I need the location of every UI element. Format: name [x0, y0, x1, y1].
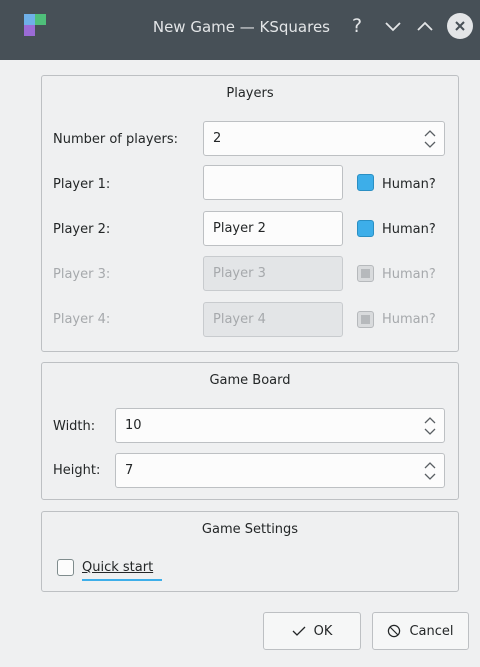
cancel-icon — [388, 624, 401, 638]
player-4-label: Player 4: — [53, 312, 111, 327]
player-4-name-field: Player 4 — [203, 302, 343, 337]
width-value: 10 — [125, 418, 142, 433]
player-3-human-checkbox — [357, 265, 374, 282]
player-3-name-field: Player 3 — [203, 256, 343, 291]
height-value: 7 — [125, 463, 134, 478]
player-3-name-value: Player 3 — [213, 266, 266, 281]
minimize-button[interactable] — [381, 14, 405, 38]
window-title: New Game — KSquares — [152, 18, 330, 36]
player-1-label: Player 1: — [53, 177, 111, 192]
height-spinbox[interactable]: 7 — [115, 453, 445, 488]
dialog-body: Players Number of players: 2 Player 1: H… — [10, 60, 480, 667]
spinbox-arrows-icon[interactable] — [423, 128, 437, 150]
title-bar[interactable]: New Game — KSquares ? — [0, 0, 480, 60]
player-2-human-label[interactable]: Human? — [382, 222, 436, 237]
number-of-players-value: 2 — [213, 131, 222, 146]
ok-button-label: OK — [313, 623, 333, 639]
players-group-title: Players — [226, 86, 274, 101]
player-2-name-field[interactable]: Player 2 — [203, 211, 343, 246]
game-board-group: Game Board Width: 10 Height: 7 — [41, 362, 459, 500]
player-1-human-checkbox[interactable] — [357, 174, 374, 191]
game-board-group-title: Game Board — [209, 373, 291, 388]
player-3-label: Player 3: — [53, 267, 111, 282]
spinbox-arrows-icon[interactable] — [423, 460, 437, 482]
ok-button[interactable]: OK — [263, 612, 361, 650]
close-icon — [455, 21, 465, 31]
game-settings-group-title: Game Settings — [201, 522, 299, 537]
help-button[interactable]: ? — [345, 14, 369, 38]
height-label: Height: — [53, 463, 101, 478]
cancel-button-label: Cancel — [409, 623, 454, 639]
player-2-name-value: Player 2 — [213, 221, 266, 236]
player-3-human-label: Human? — [382, 267, 436, 282]
checkmark-icon — [292, 626, 306, 636]
players-group: Players Number of players: 2 Player 1: H… — [41, 75, 459, 352]
focus-indicator — [82, 579, 162, 581]
quick-start-checkbox[interactable] — [57, 559, 74, 576]
player-4-human-checkbox — [357, 311, 374, 328]
close-button[interactable] — [447, 13, 473, 39]
maximize-button[interactable] — [413, 14, 437, 38]
player-1-name-field[interactable] — [203, 165, 343, 200]
spinbox-arrows-icon[interactable] — [423, 415, 437, 437]
cancel-button[interactable]: Cancel — [372, 612, 469, 650]
player-2-label: Player 2: — [53, 222, 111, 237]
player-4-name-value: Player 4 — [213, 312, 266, 327]
chevron-down-icon — [385, 22, 401, 32]
number-of-players-spinbox[interactable]: 2 — [203, 121, 445, 156]
quick-start-label[interactable]: Quick start — [82, 560, 153, 575]
player-2-human-checkbox[interactable] — [357, 220, 374, 237]
width-label: Width: — [53, 419, 96, 434]
number-of-players-label: Number of players: — [53, 132, 179, 147]
player-1-human-label[interactable]: Human? — [382, 177, 436, 192]
game-settings-group: Game Settings Quick start — [41, 511, 459, 592]
player-4-human-label: Human? — [382, 312, 436, 327]
chevron-up-icon — [417, 21, 433, 31]
width-spinbox[interactable]: 10 — [115, 408, 445, 443]
